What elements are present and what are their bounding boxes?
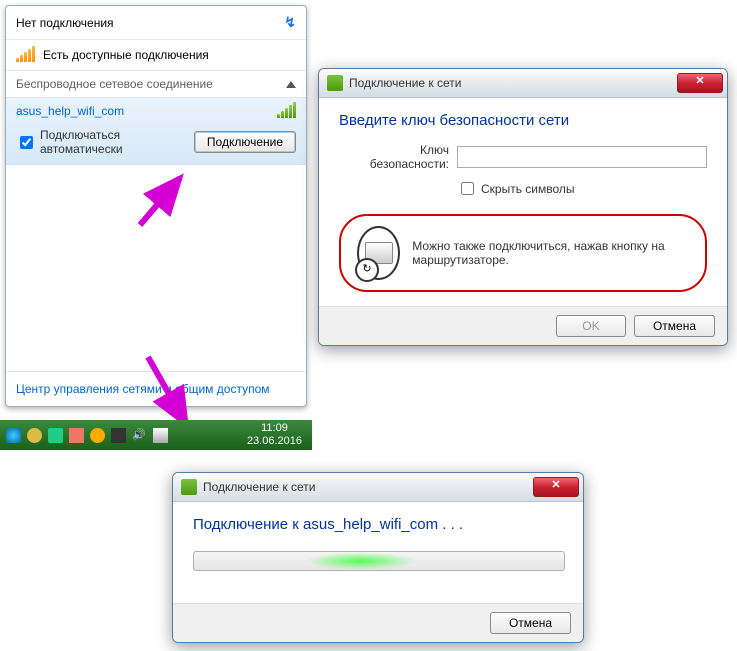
- progress-button-bar: Отмена: [173, 603, 583, 642]
- dialog-body: Введите ключ безопасности сети Ключ безо…: [319, 98, 727, 306]
- router-hint-box: ↻ Можно также подключиться, нажав кнопку…: [339, 214, 707, 292]
- progress-body: Подключение к asus_help_wifi_com . . .: [173, 502, 583, 603]
- connect-button[interactable]: Подключение: [194, 131, 296, 153]
- no-connection-label: Нет подключения: [16, 16, 114, 30]
- close-button[interactable]: ✕: [677, 73, 723, 93]
- flyout-header: Нет подключения ↯: [6, 6, 306, 40]
- wireless-section-header[interactable]: Беспроводное сетевое соединение: [6, 71, 306, 98]
- progress-titlebar[interactable]: Подключение к сети ✕: [173, 473, 583, 502]
- security-key-label: Ключ безопасности:: [339, 143, 449, 171]
- flyout-spacer: [6, 165, 306, 371]
- network-icon: [181, 479, 197, 495]
- progress-title: Подключение к сети: [203, 480, 527, 494]
- ok-button[interactable]: OK: [556, 315, 626, 337]
- security-key-input[interactable]: [457, 146, 707, 168]
- network-center-link[interactable]: Центр управления сетями и общим доступом: [6, 371, 306, 406]
- signal-icon: [16, 48, 35, 62]
- auto-connect-label: Подключаться автоматически: [40, 128, 194, 156]
- wireless-section-label: Беспроводное сетевое соединение: [16, 77, 213, 91]
- progress-bar: [193, 551, 565, 571]
- tray-icon-2[interactable]: [27, 428, 42, 443]
- clock-time: 11:09: [247, 422, 302, 435]
- auto-connect-checkbox[interactable]: Подключаться автоматически: [16, 128, 194, 156]
- available-networks-label: Есть доступные подключения: [43, 48, 209, 62]
- tray-volume-icon[interactable]: 🔊: [132, 428, 147, 443]
- tray-power-icon[interactable]: [111, 428, 126, 443]
- tray-shield-icon[interactable]: [6, 428, 21, 443]
- tray-icon-5[interactable]: [90, 428, 105, 443]
- flyout-status-row: Есть доступные подключения: [6, 40, 306, 71]
- tray-icon-3[interactable]: [48, 428, 63, 443]
- tray-icon-4[interactable]: [69, 428, 84, 443]
- router-hint-text: Можно также подключиться, нажав кнопку н…: [412, 239, 689, 267]
- security-key-dialog: Подключение к сети ✕ Введите ключ безопа…: [318, 68, 728, 346]
- tray-network-icon[interactable]: [153, 428, 168, 443]
- progress-message: Подключение к asus_help_wifi_com . . .: [193, 516, 563, 533]
- dialog-heading: Введите ключ безопасности сети: [339, 112, 707, 129]
- clock-date: 23.06.2016: [247, 435, 302, 448]
- progress-dialog: Подключение к сети ✕ Подключение к asus_…: [172, 472, 584, 643]
- network-flyout: Нет подключения ↯ Есть доступные подключ…: [5, 5, 307, 407]
- taskbar[interactable]: 🔊 11:09 23.06.2016: [0, 420, 312, 450]
- auto-connect-input[interactable]: [20, 136, 33, 149]
- router-icon: ↻: [357, 226, 400, 280]
- dialog-button-bar: OK Отмена: [319, 306, 727, 345]
- dialog-titlebar[interactable]: Подключение к сети ✕: [319, 69, 727, 98]
- cancel-button[interactable]: Отмена: [634, 315, 715, 337]
- close-button[interactable]: ✕: [533, 477, 579, 497]
- hide-chars-label: Скрыть символы: [481, 182, 575, 196]
- signal-strength-icon: [277, 104, 296, 118]
- network-item[interactable]: asus_help_wifi_com Подключаться автомати…: [6, 98, 306, 165]
- taskbar-clock[interactable]: 11:09 23.06.2016: [247, 422, 306, 448]
- network-icon: [327, 75, 343, 91]
- network-name: asus_help_wifi_com: [16, 104, 124, 118]
- chevron-up-icon: [286, 81, 296, 88]
- dialog-title: Подключение к сети: [349, 76, 671, 90]
- hide-chars-checkbox[interactable]: [461, 182, 474, 195]
- cancel-button[interactable]: Отмена: [490, 612, 571, 634]
- system-tray: 🔊: [6, 428, 168, 443]
- refresh-icon[interactable]: ↯: [284, 14, 296, 31]
